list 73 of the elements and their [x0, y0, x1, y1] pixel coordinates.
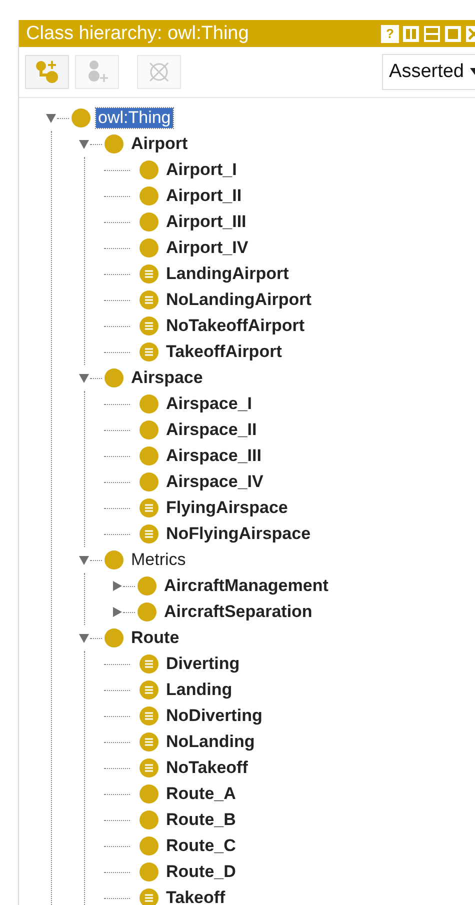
class-icon [139, 784, 159, 804]
class-item[interactable]: NoLandingAirport [164, 290, 314, 310]
defined-class-icon [139, 732, 159, 752]
class-icon [139, 394, 159, 414]
delete-icon [147, 60, 171, 84]
class-item[interactable]: AircraftManagement [162, 576, 330, 596]
class-item[interactable]: Diverting [164, 654, 242, 674]
class-item[interactable]: Airport [129, 134, 190, 154]
class-item[interactable]: NoFlyingAirspace [164, 524, 313, 544]
add-subclass-icon [35, 60, 59, 84]
class-item[interactable]: Airport_III [164, 212, 248, 232]
class-item[interactable]: NoLanding [164, 732, 257, 752]
expanded-triangle-icon[interactable] [78, 138, 90, 150]
class-icon [139, 446, 159, 466]
class-item[interactable]: NoTakeoff [164, 758, 250, 778]
class-icon [139, 186, 159, 206]
defined-class-icon [139, 290, 159, 310]
class-icon [137, 602, 157, 622]
class-icon [139, 472, 159, 492]
class-item[interactable]: TakeoffAirport [164, 342, 284, 362]
class-item[interactable]: Airport_I [164, 160, 239, 180]
class-item[interactable]: Takeoff [164, 888, 228, 905]
class-item[interactable]: Airport_II [164, 186, 244, 206]
class-item[interactable]: Metrics [129, 550, 188, 570]
class-item[interactable]: Route_C [164, 836, 238, 856]
defined-class-icon [139, 680, 159, 700]
defined-class-icon [139, 264, 159, 284]
defined-class-icon [139, 654, 159, 674]
class-item[interactable]: FlyingAirspace [164, 498, 290, 518]
class-icon [104, 134, 124, 154]
class-item[interactable]: Route_A [164, 784, 238, 804]
class-icon [104, 550, 124, 570]
class-item[interactable]: owl:Thing [96, 108, 173, 128]
class-item[interactable]: Airport_IV [164, 238, 250, 258]
expanded-triangle-icon[interactable] [78, 372, 90, 384]
class-item[interactable]: Airspace_III [164, 446, 264, 466]
defined-class-icon [139, 342, 159, 362]
class-icon [104, 628, 124, 648]
defined-class-icon [139, 888, 159, 905]
defined-class-icon [139, 706, 159, 726]
class-icon [139, 238, 159, 258]
expanded-triangle-icon[interactable] [78, 632, 90, 644]
class-item[interactable]: Route_B [164, 810, 238, 830]
class-item[interactable]: Airspace_II [164, 420, 259, 440]
view-dropdown[interactable]: Asserted [382, 54, 475, 90]
collapsed-triangle-icon[interactable] [111, 606, 123, 618]
expanded-triangle-icon[interactable] [78, 554, 90, 566]
collapsed-triangle-icon[interactable] [111, 580, 123, 592]
class-item[interactable]: LandingAirport [164, 264, 291, 284]
class-item[interactable]: Route_D [164, 862, 238, 882]
class-item[interactable]: Airspace_I [164, 394, 254, 414]
class-icon [139, 420, 159, 440]
defined-class-icon [139, 524, 159, 544]
class-icon [71, 108, 91, 128]
defined-class-icon [139, 498, 159, 518]
class-item[interactable]: NoDiverting [164, 706, 264, 726]
class-icon [139, 160, 159, 180]
defined-class-icon [139, 758, 159, 778]
class-item[interactable]: Route [129, 628, 182, 648]
class-icon [139, 212, 159, 232]
expanded-triangle-icon[interactable] [45, 112, 57, 124]
panel-title: Class hierarchy: owl:Thing [26, 22, 249, 44]
class-icon [139, 836, 159, 856]
defined-class-icon [139, 316, 159, 336]
class-icon [137, 576, 157, 596]
class-item[interactable]: AircraftSeparation [162, 602, 314, 622]
class-item[interactable]: Landing [164, 680, 234, 700]
class-item[interactable]: NoTakeoffAirport [164, 316, 307, 336]
class-icon [104, 368, 124, 388]
class-item[interactable]: Airspace_IV [164, 472, 266, 492]
class-icon [139, 862, 159, 882]
class-item[interactable]: Airspace [129, 368, 205, 388]
class-icon [139, 810, 159, 830]
